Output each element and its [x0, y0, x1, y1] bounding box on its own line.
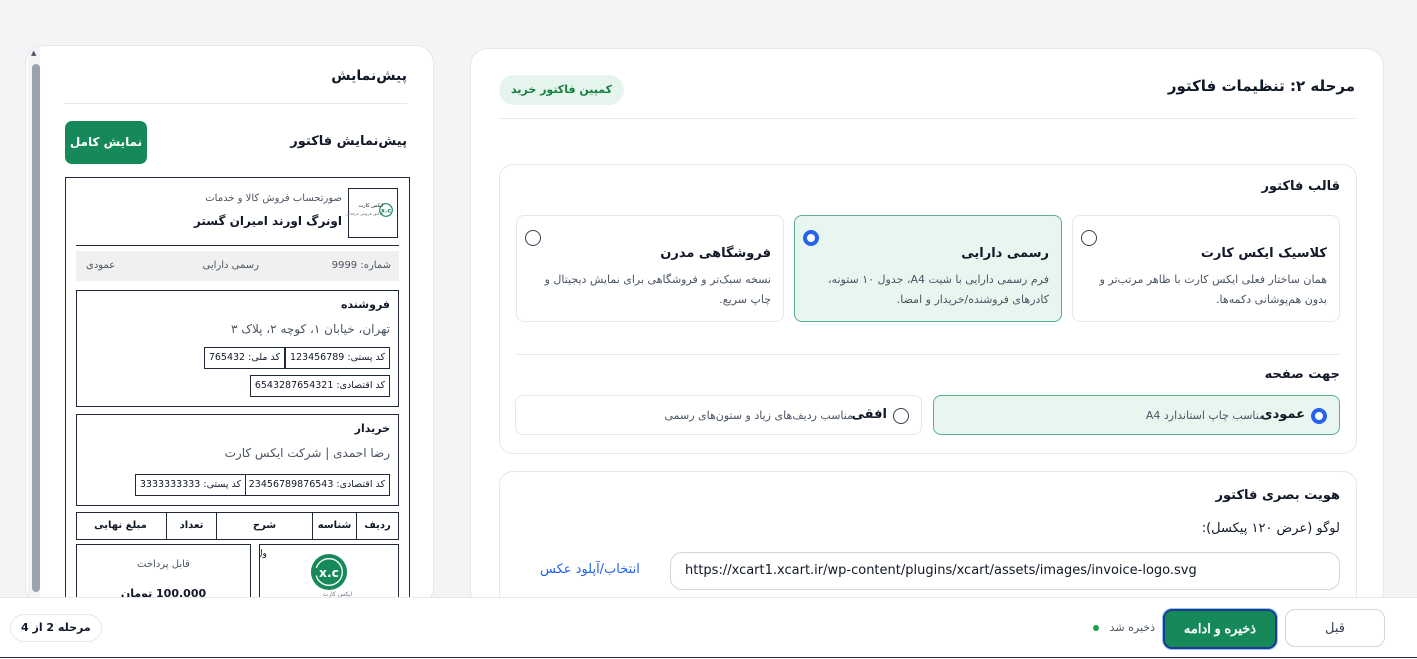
- xcart-logo-icon: x.c: [310, 553, 348, 591]
- col-description: شرح: [216, 513, 312, 539]
- buyer-title: خریدار: [354, 422, 390, 435]
- saved-dot-icon: [1093, 625, 1099, 631]
- footer-logo-box: x.c ایکس کارت ول: [259, 544, 399, 604]
- seller-national-id: کد ملی: 765432: [203, 347, 285, 369]
- template-name: فروشگاهی مدرن: [660, 246, 771, 261]
- logo-tagline-text: فاکتور فروش حرفه‌ای: [346, 211, 383, 216]
- invoice-wizard: مرحله ۲: تنظیمات فاکتور کمپین فاکتور خری…: [0, 0, 1417, 659]
- template-desc: همان ساختار فعلی ایکس کارت با ظاهر مرتب‌…: [1099, 273, 1327, 306]
- clipped-text: ول: [260, 549, 267, 559]
- radio-selected-icon[interactable]: [1311, 408, 1327, 424]
- seller-economic-code: کد اقتصادی: 6543287654321: [249, 375, 390, 397]
- template-desc: نسخه سبک‌تر و فروشگاهی برای نمایش دیجیتا…: [544, 273, 771, 306]
- invoice-logo: x.c ایکس کارت فاکتور فروش حرفه‌ای: [346, 188, 398, 238]
- seller-address: تهران، خیابان ۱، کوچه ۲، پلاک ۳: [230, 322, 390, 336]
- step-counter: مرحله 2 از 4: [10, 614, 102, 642]
- saved-status: ذخیره شد: [1109, 621, 1155, 634]
- step-title: مرحله ۲: تنظیمات فاکتور: [1167, 77, 1355, 95]
- invoice-rule: [76, 245, 399, 246]
- invoice-subtitle: صورتحساب فروش کالا و خدمات: [205, 193, 342, 204]
- scroll-thumb[interactable]: [32, 64, 40, 592]
- logo-brand-text: ایکس کارت: [358, 203, 383, 209]
- items-table-header: ردیف شناسه شرح تعداد مبلغ نهایی: [76, 512, 399, 540]
- invoice-type: رسمی دارایی: [202, 260, 259, 271]
- col-final-amount: مبلغ نهایی: [94, 520, 147, 531]
- radio-selected-icon[interactable]: [803, 230, 819, 246]
- buyer-box: خریدار رضا احمدی | شرکت ایکس کارت کد اقت…: [76, 414, 399, 506]
- template-desc: فرم رسمی دارایی با شیت A4، جدول ۱۰ ستونه…: [828, 273, 1049, 306]
- payable-box: قابل پرداخت 100,000 تومان: [76, 544, 251, 604]
- radio-icon[interactable]: [893, 408, 909, 424]
- seller-box: فروشنده تهران، خیابان ۱، کوچه ۲، پلاک ۳ …: [76, 290, 399, 407]
- template-option-modern[interactable]: فروشگاهی مدرن نسخه سبک‌تر و فروشگاهی برا…: [516, 215, 784, 322]
- orientation-label: عمودی: [1260, 407, 1305, 422]
- seller-postal: کد پستی: 123456789: [284, 347, 390, 369]
- preview-title: پیش‌نمایش: [331, 68, 407, 84]
- template-name: رسمی دارایی: [961, 246, 1049, 261]
- col-row: ردیف: [356, 513, 398, 539]
- identity-section-title: هویت بصری فاکتور: [1215, 488, 1340, 503]
- section-divider: [516, 354, 1340, 355]
- orientation-label: افقی: [851, 407, 887, 422]
- preview-panel: ▲ پیش‌نمایش پیش‌نمایش فاکتور نمایش کامل …: [25, 45, 434, 605]
- template-card: قالب فاکتور کلاسیک ایکس کارت همان ساختار…: [499, 164, 1357, 454]
- orientation-desc: مناسب ردیف‌های زیاد و ستون‌های رسمی: [664, 409, 853, 422]
- svg-text:x.c: x.c: [319, 566, 339, 580]
- upload-image-link[interactable]: انتخاب/آپلود عکس: [540, 562, 640, 577]
- radio-icon[interactable]: [1081, 230, 1097, 246]
- radio-icon[interactable]: [525, 230, 541, 246]
- template-option-official[interactable]: رسمی دارایی فرم رسمی دارایی با شیت A4، ج…: [794, 215, 1062, 322]
- template-name: کلاسیک ایکس کارت: [1200, 246, 1327, 261]
- buyer-name: رضا احمدی | شرکت ایکس کارت: [224, 446, 390, 460]
- settings-panel: مرحله ۲: تنظیمات فاکتور کمپین فاکتور خری…: [470, 48, 1384, 608]
- template-section-title: قالب فاکتور: [1261, 179, 1340, 194]
- buyer-economic-code: کد اقتصادی: 23456789876543: [243, 474, 390, 496]
- col-id: شناسه: [312, 513, 356, 539]
- orientation-section-title: جهت صفحه: [1264, 367, 1340, 382]
- bottom-edge: [0, 657, 1417, 658]
- wizard-footer: قبل ذخیره و ادامه ذخیره شد مرحله 2 از 4: [0, 597, 1417, 659]
- orientation-option-landscape[interactable]: افقی مناسب ردیف‌های زیاد و ستون‌های رسمی: [515, 395, 922, 435]
- preview-scrollbar[interactable]: ▲: [28, 46, 40, 604]
- template-option-classic[interactable]: کلاسیک ایکس کارت همان ساختار فعلی ایکس ک…: [1072, 215, 1340, 322]
- orientation-option-portrait[interactable]: عمودی مناسب چاپ استاندارد A4: [933, 395, 1340, 435]
- logo-label: لوگو (عرض ۱۲۰ پیکسل):: [1201, 521, 1340, 536]
- previous-button[interactable]: قبل: [1285, 609, 1385, 647]
- preview-subtitle: پیش‌نمایش فاکتور: [290, 134, 407, 149]
- invoice-orientation: عمودی: [86, 260, 116, 271]
- invoice-number: شماره: 9999: [331, 260, 391, 271]
- buyer-postal: کد پستی: 3333333333: [134, 474, 246, 496]
- settings-header: مرحله ۲: تنظیمات فاکتور کمپین فاکتور خری…: [499, 71, 1355, 119]
- invoice-meta-row: شماره: 9999 رسمی دارایی عمودی: [76, 251, 399, 281]
- orientation-desc: مناسب چاپ استاندارد A4: [1145, 409, 1265, 422]
- save-continue-button[interactable]: ذخیره و ادامه: [1163, 609, 1277, 649]
- scroll-up-icon[interactable]: ▲: [31, 49, 36, 57]
- show-full-button[interactable]: نمایش کامل: [65, 121, 147, 164]
- col-quantity: تعداد: [166, 513, 216, 539]
- invoice-sheet: x.c ایکس کارت فاکتور فروش حرفه‌ای صورتحس…: [65, 177, 410, 604]
- campaign-badge[interactable]: کمپین فاکتور خرید: [499, 75, 625, 105]
- visual-identity-card: هویت بصری فاکتور لوگو (عرض ۱۲۰ پیکسل): h…: [499, 471, 1357, 607]
- invoice-company: اونرگ اورند امیران گستر: [193, 214, 342, 228]
- seller-title: فروشنده: [340, 298, 390, 311]
- logo-url-input[interactable]: https://xcart1.xcart.ir/wp-content/plugi…: [670, 552, 1340, 590]
- preview-divider: [64, 103, 407, 104]
- payable-label: قابل پرداخت: [137, 559, 190, 570]
